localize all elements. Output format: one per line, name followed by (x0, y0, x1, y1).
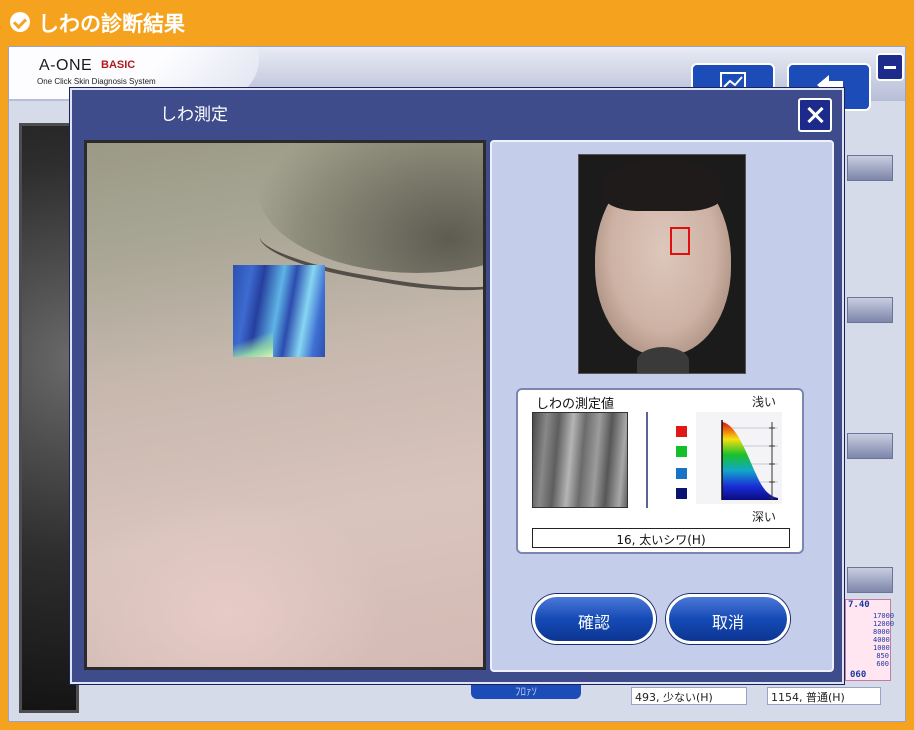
confirm-button[interactable]: 確認 (532, 594, 656, 644)
logo-subtitle: One Click Skin Diagnosis System (37, 77, 156, 86)
graph-top-value: 7.40 (848, 600, 870, 610)
graph-tick: 600 (876, 660, 889, 668)
minimize-button[interactable] (876, 53, 904, 81)
hair (603, 159, 723, 211)
legend-navy (676, 488, 687, 499)
value-field-left: 493, 少ない(H) (631, 687, 747, 705)
legend-red (676, 426, 687, 437)
legend-blue (676, 468, 687, 479)
cancel-button[interactable]: 取消 (666, 594, 790, 644)
result-panel: しわの測定値 浅い 深い 16, 太いシワ(H) 確認 取消 (490, 140, 834, 672)
logo-main-text: A-ONE (39, 57, 93, 74)
chin-rest (637, 347, 689, 373)
close-icon[interactable] (798, 98, 832, 132)
graph-tick: 12000 (873, 620, 895, 628)
dialog-title: しわ測定 (160, 105, 228, 125)
graph-tick: 1000 (873, 644, 890, 652)
graph-bottom-value: 060 (850, 670, 867, 680)
measurement-box: しわの測定値 浅い 深い 16, 太いシワ(H) (516, 388, 804, 554)
value-field-right: 1154, 普通(H) (767, 687, 881, 705)
graph-tick: 4000 (873, 636, 890, 644)
graph-tick: 17000 (873, 612, 895, 620)
shallow-label: 浅い (752, 395, 777, 409)
wrinkle-depth-map (532, 412, 628, 508)
side-tab[interactable] (847, 567, 893, 593)
logo-edition-text: BASIC (101, 59, 136, 71)
result-field: 16, 太いシワ(H) (532, 528, 790, 548)
measurement-region-box (670, 227, 690, 255)
legend-green (676, 446, 687, 457)
wrinkle-measurement-dialog: しわ測定 しわの測定値 浅い 深い 16, 太いシワ(H) 確認 取消 (70, 88, 844, 684)
measurement-label: しわの測定値 (536, 397, 615, 412)
side-tab[interactable] (847, 297, 893, 323)
graph-tick: 8000 (873, 628, 890, 636)
page-title: しわの診断結果 (38, 12, 185, 36)
face-photo (578, 154, 746, 374)
wrinkle-overlay (233, 265, 325, 357)
skin-closeup-image (84, 140, 486, 670)
side-tab[interactable] (847, 433, 893, 459)
divider (646, 412, 648, 508)
graph-ticks: 17000 12000 8000 4000 1000 850 600 (873, 612, 895, 668)
depth-scale-curve (696, 412, 782, 504)
graph-tick: 850 (876, 652, 889, 660)
measurement-scale-graph: 7.40 17000 12000 8000 4000 1000 850 600 … (845, 599, 895, 681)
side-tab[interactable] (847, 155, 893, 181)
page-header: しわの診断結果 (0, 0, 914, 46)
deep-label: 深い (752, 510, 777, 524)
check-circle-icon (10, 12, 30, 32)
